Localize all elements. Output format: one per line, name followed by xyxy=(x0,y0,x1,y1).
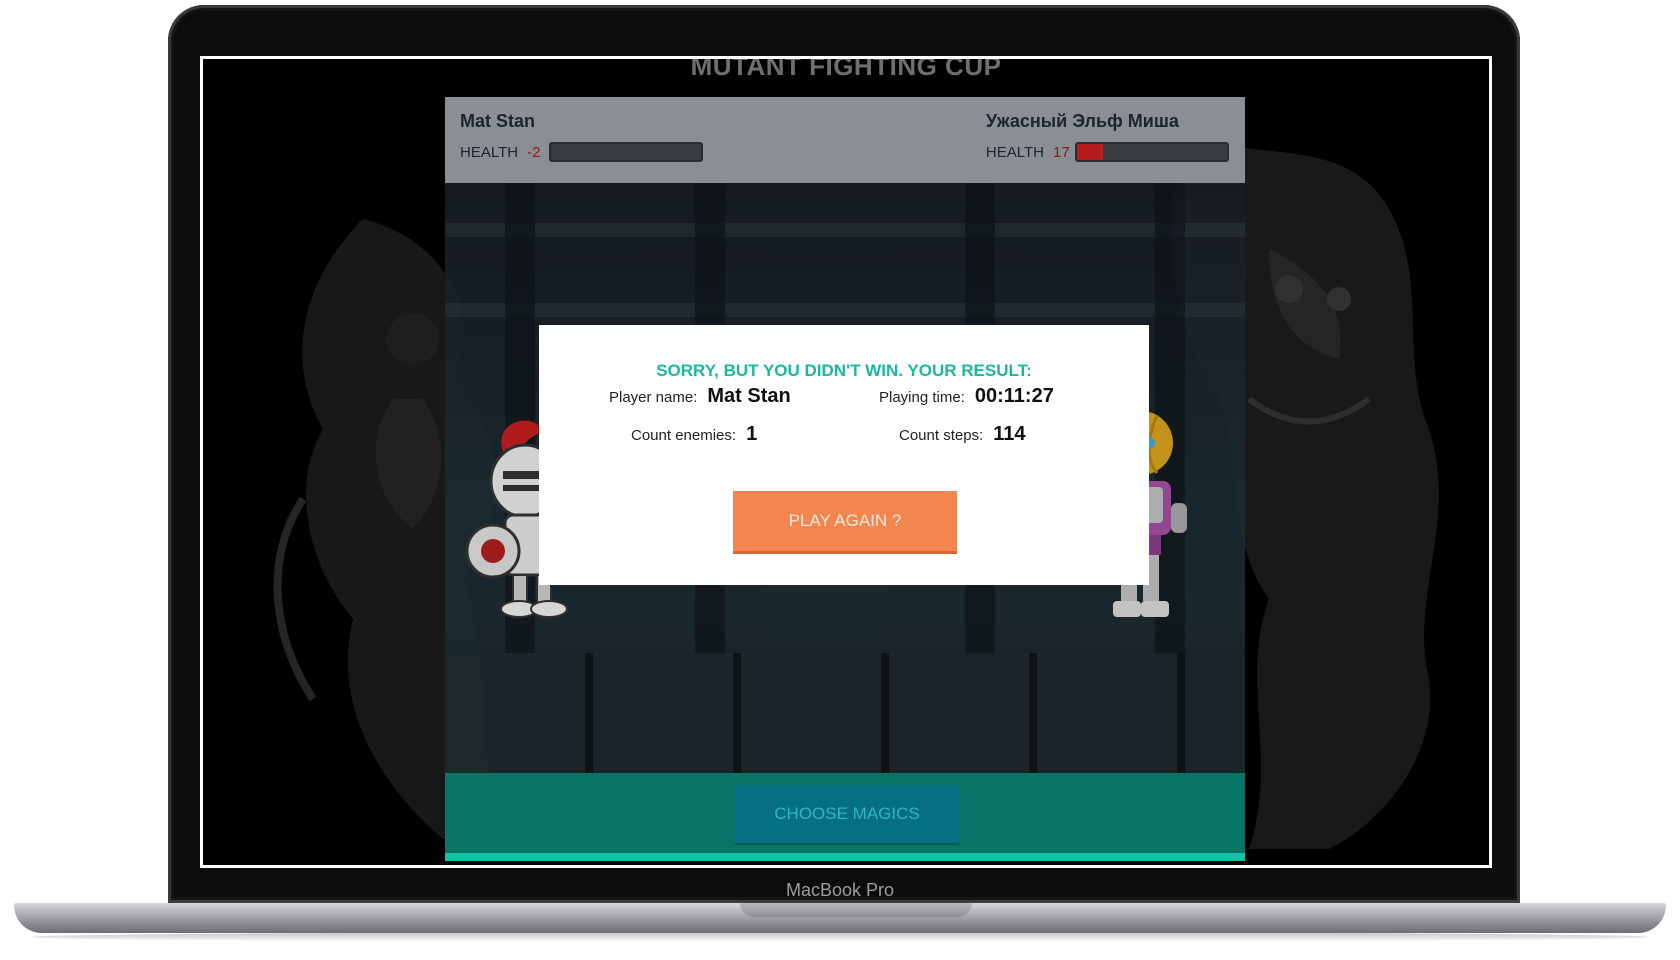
player-name-stat: Player name: Mat Stan xyxy=(609,385,791,408)
laptop-brand-label: MacBook Pro xyxy=(785,880,895,900)
result-modal: SORRY, BUT YOU DIDN'T WIN. YOUR RESULT: … xyxy=(539,325,1149,585)
player-health-label: HEALTH xyxy=(460,143,519,161)
health-hud: Mat Stan HEALTH -2 Ужасный Эльф Миша HEA… xyxy=(445,97,1245,183)
choose-magics-button[interactable]: CHOOSE MAGICS xyxy=(735,785,959,843)
player-name-label: Player name: xyxy=(609,389,698,406)
enemy-health-bar xyxy=(1075,142,1229,162)
enemy-health-label: HEALTH xyxy=(985,143,1044,161)
count-steps-value: 114 xyxy=(993,423,1026,445)
player-health-row: HEALTH -2 xyxy=(460,142,704,162)
laptop-shadow xyxy=(30,932,1650,942)
result-title: SORRY, BUT YOU DIDN'T WIN. YOUR RESULT: xyxy=(656,361,1032,380)
laptop-base xyxy=(14,903,1666,933)
arena-floor xyxy=(445,653,1245,773)
page-title: MUTANT FIGHTING CUP xyxy=(690,56,1002,81)
player-health-bar xyxy=(549,142,704,162)
playing-time-stat: Playing time: 00:11:27 xyxy=(879,385,1054,408)
count-steps-label: Count steps: xyxy=(899,427,984,444)
playing-time-value: 00:11:27 xyxy=(974,385,1054,407)
enemy-name: Ужасный Эльф Миша xyxy=(985,111,1179,131)
screen: MUTANT FIGHTING CUP Mat Stan HEALTH -2 У… xyxy=(200,56,1492,868)
player-name-value: Mat Stan xyxy=(707,385,791,407)
enemy-status: Ужасный Эльф Миша HEALTH 17 xyxy=(986,111,1229,162)
count-enemies-stat: Count enemies: 1 xyxy=(631,423,757,446)
playing-time-label: Playing time: xyxy=(879,389,965,406)
arena-pipe xyxy=(445,223,1245,237)
count-enemies-value: 1 xyxy=(746,423,758,445)
enemy-health-fill xyxy=(1077,144,1103,160)
player-name: Mat Stan xyxy=(460,111,536,131)
controls-bar: CHOOSE MAGICS xyxy=(445,773,1245,853)
play-again-button[interactable]: PLAY AGAIN ? xyxy=(733,491,957,551)
count-enemies-label: Count enemies: xyxy=(631,427,737,444)
count-steps-stat: Count steps: 114 xyxy=(899,423,1025,446)
enemy-health-row: HEALTH 17 xyxy=(986,142,1229,162)
enemy-health-value: 17 xyxy=(1053,143,1070,161)
laptop-notch xyxy=(740,903,972,917)
player-health-value: -2 xyxy=(527,143,541,161)
controls-bar-strip xyxy=(445,853,1245,861)
player-status: Mat Stan HEALTH -2 xyxy=(460,111,704,162)
arena-pipe xyxy=(445,303,1245,317)
